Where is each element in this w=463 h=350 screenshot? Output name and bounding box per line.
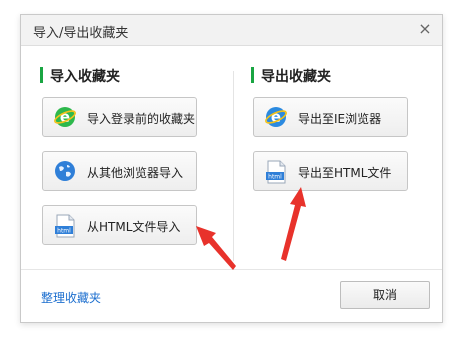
annotation-arrow-import: [196, 226, 236, 270]
annotation-arrows: [196, 187, 306, 270]
annotation-arrow-export: [281, 187, 306, 261]
